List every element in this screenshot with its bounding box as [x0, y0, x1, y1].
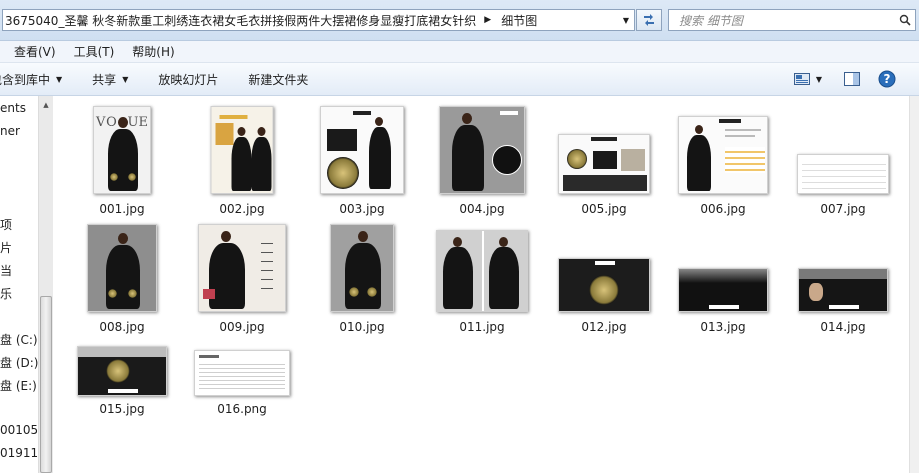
- file-item[interactable]: 008.jpg: [67, 222, 177, 342]
- file-thumbnail: [798, 268, 888, 312]
- file-thumbnail: [330, 224, 394, 312]
- file-thumbnail: [436, 230, 528, 312]
- file-list-view: VO UE 001.jpg 002.jpg 003.jpg 004.jpg 00…: [54, 96, 910, 473]
- svg-text:?: ?: [884, 72, 891, 86]
- share-button[interactable]: 共享 ▼: [92, 71, 128, 88]
- file-thumbnail: [194, 350, 290, 396]
- scroll-up-icon[interactable]: ▲: [39, 98, 53, 112]
- navigation-pane: ents ner 项 片 当 乐 盘 (C:) 盘 (D:) 盘 (E:) 00…: [0, 96, 38, 473]
- file-thumbnail: VO UE: [93, 106, 151, 194]
- menu-view[interactable]: 查看(V): [14, 43, 56, 60]
- file-thumbnail: [678, 116, 768, 194]
- file-thumbnail: [439, 106, 525, 194]
- file-item[interactable]: 016.png: [187, 340, 297, 460]
- file-name: 010.jpg: [339, 320, 385, 334]
- search-icon[interactable]: [895, 14, 915, 26]
- scrollbar-thumb[interactable]: [40, 296, 52, 473]
- file-item[interactable]: 015.jpg: [67, 340, 177, 460]
- include-in-library-label: 包含到库中: [0, 72, 51, 87]
- help-button[interactable]: ?: [877, 69, 897, 89]
- file-name: 005.jpg: [581, 202, 627, 216]
- command-toolbar: 包含到库中 ▼ 共享 ▼ 放映幻灯片 新建文件夹 ▼ ?: [0, 63, 919, 96]
- breadcrumb-separator-icon[interactable]: ▶: [484, 15, 491, 25]
- file-name: 008.jpg: [99, 320, 145, 334]
- share-label: 共享: [92, 72, 117, 87]
- refresh-icon: [644, 14, 654, 26]
- nav-item[interactable]: 项: [0, 216, 12, 233]
- view-options-icon: [793, 73, 810, 85]
- search-input[interactable]: 搜索 细节图: [669, 12, 895, 29]
- breadcrumb-current-folder[interactable]: 细节图: [499, 12, 537, 29]
- include-in-library-button[interactable]: 包含到库中 ▼: [0, 71, 62, 88]
- address-bar-area: 3675040_圣馨 秋冬新款重工刺绣连衣裙女毛衣拼接假两件大摆裙修身显瘦打底裙…: [0, 0, 919, 41]
- nav-scrollbar[interactable]: ▲: [38, 96, 53, 473]
- file-name: 009.jpg: [219, 320, 265, 334]
- file-name: 003.jpg: [339, 202, 385, 216]
- file-item[interactable]: 003.jpg: [307, 104, 417, 224]
- thumbnail-decoration: VO: [96, 115, 118, 130]
- file-item[interactable]: 002.jpg: [187, 104, 297, 224]
- file-item[interactable]: 009.jpg: [187, 222, 297, 342]
- change-view-button[interactable]: ▼: [788, 69, 828, 89]
- nav-item[interactable]: 乐: [0, 285, 12, 302]
- nav-item[interactable]: 当: [0, 262, 12, 279]
- menu-help[interactable]: 帮助(H): [132, 43, 174, 60]
- file-name: 015.jpg: [99, 402, 145, 416]
- file-item[interactable]: 011.jpg: [427, 222, 537, 342]
- file-name: 004.jpg: [459, 202, 505, 216]
- file-item[interactable]: 006.jpg: [668, 104, 778, 224]
- file-thumbnail: [87, 224, 157, 312]
- file-thumbnail: [678, 268, 768, 312]
- refresh-button[interactable]: [636, 9, 662, 31]
- file-item[interactable]: VO UE 001.jpg: [67, 104, 177, 224]
- file-thumbnail: [77, 346, 167, 396]
- new-folder-button[interactable]: 新建文件夹: [248, 71, 308, 88]
- file-thumbnail: [320, 106, 404, 194]
- file-thumbnail: [558, 134, 650, 194]
- help-icon: ?: [878, 70, 896, 88]
- file-item[interactable]: 005.jpg: [549, 104, 659, 224]
- thumbnail-decoration: UE: [127, 115, 148, 130]
- nav-item[interactable]: ents: [0, 101, 26, 115]
- nav-item[interactable]: 01911: [0, 446, 38, 460]
- file-name: 007.jpg: [820, 202, 866, 216]
- menu-tools[interactable]: 工具(T): [74, 43, 115, 60]
- nav-item[interactable]: 片: [0, 239, 12, 256]
- file-name: 011.jpg: [459, 320, 505, 334]
- file-item[interactable]: 010.jpg: [307, 222, 417, 342]
- nav-item[interactable]: 001052: [0, 423, 38, 437]
- chevron-down-icon: ▼: [56, 74, 63, 84]
- file-thumbnail: [797, 154, 889, 194]
- file-name: 013.jpg: [700, 320, 746, 334]
- nav-item-drive-e[interactable]: 盘 (E:): [0, 377, 37, 394]
- right-edge-scrollbar[interactable]: [909, 96, 919, 473]
- nav-item[interactable]: ner: [0, 124, 20, 138]
- address-bar[interactable]: 3675040_圣馨 秋冬新款重工刺绣连衣裙女毛衣拼接假两件大摆裙修身显瘦打底裙…: [2, 9, 635, 31]
- file-item[interactable]: 013.jpg: [668, 222, 778, 342]
- address-path[interactable]: 3675040_圣馨 秋冬新款重工刺绣连衣裙女毛衣拼接假两件大摆裙修身显瘦打底裙…: [3, 12, 476, 29]
- file-name: 002.jpg: [219, 202, 265, 216]
- file-item[interactable]: 007.jpg: [788, 104, 898, 224]
- file-name: 006.jpg: [700, 202, 746, 216]
- address-dropdown-icon[interactable]: ▼: [618, 10, 634, 30]
- file-thumbnail: [210, 106, 274, 194]
- nav-item-drive-d[interactable]: 盘 (D:): [0, 354, 38, 371]
- file-name: 012.jpg: [581, 320, 627, 334]
- nav-item-drive-c[interactable]: 盘 (C:): [0, 331, 38, 348]
- file-thumbnail: [558, 258, 650, 312]
- file-name: 016.png: [217, 402, 267, 416]
- slideshow-button[interactable]: 放映幻灯片: [158, 71, 218, 88]
- chevron-down-icon: ▼: [122, 74, 129, 84]
- search-box[interactable]: 搜索 细节图: [668, 9, 916, 31]
- menu-bar: 查看(V) 工具(T) 帮助(H): [0, 41, 919, 63]
- chevron-down-icon: ▼: [815, 74, 823, 84]
- file-name: 001.jpg: [99, 202, 145, 216]
- file-item[interactable]: 012.jpg: [549, 222, 659, 342]
- file-item[interactable]: 014.jpg: [788, 222, 898, 342]
- preview-pane-button[interactable]: [842, 69, 862, 89]
- preview-pane-icon: [844, 72, 860, 86]
- file-name: 014.jpg: [820, 320, 866, 334]
- file-thumbnail: [198, 224, 286, 312]
- file-item[interactable]: 004.jpg: [427, 104, 537, 224]
